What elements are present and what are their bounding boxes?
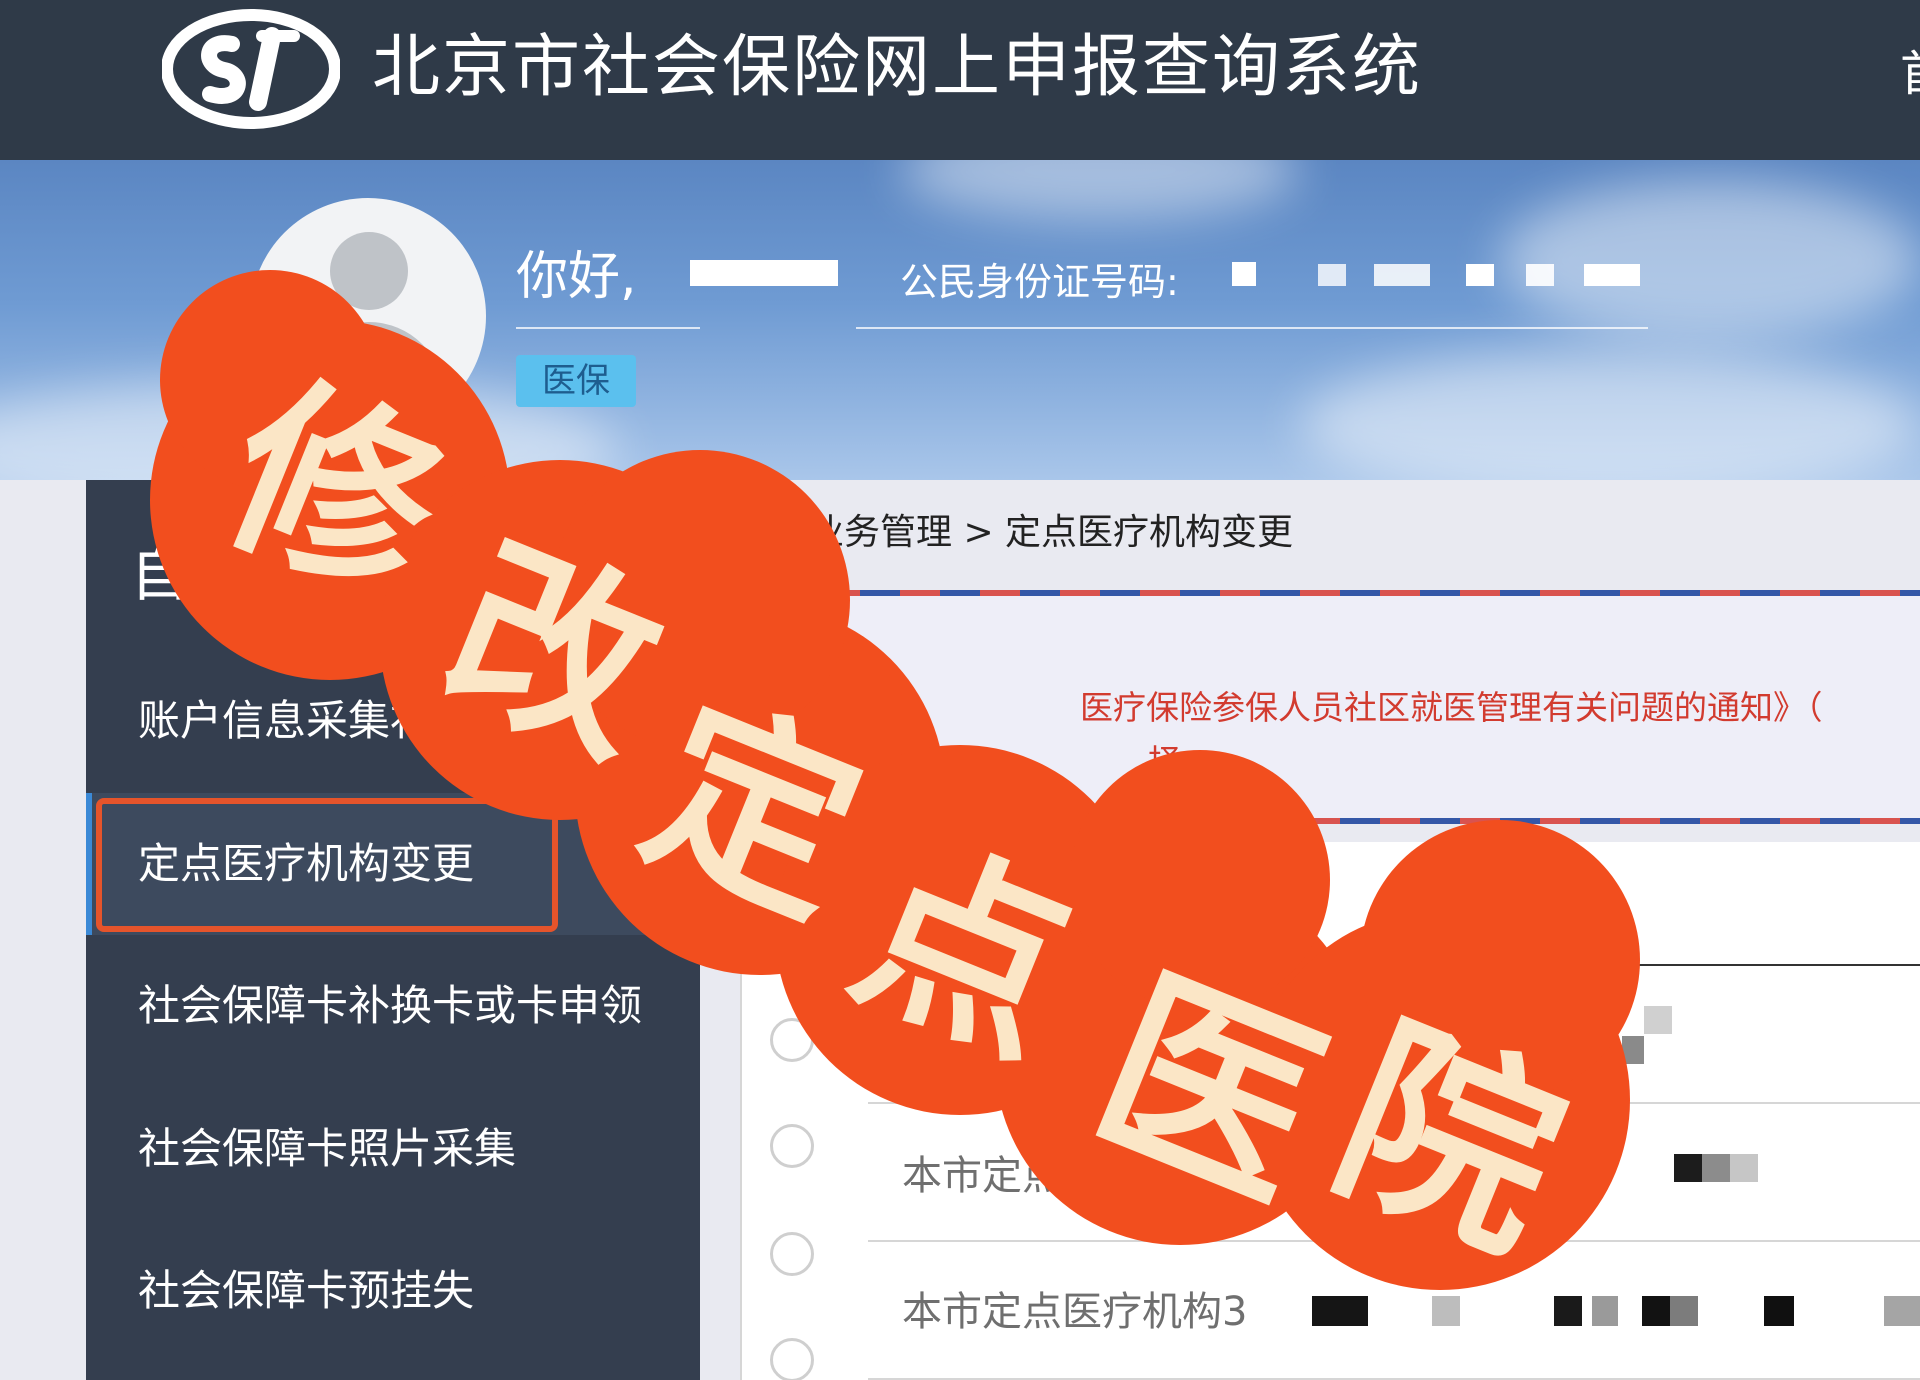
masked-block — [1592, 1296, 1618, 1326]
row-1-label: 本市 — [902, 1019, 982, 1065]
masked-block — [1764, 1296, 1794, 1326]
insurance-type-badge: 医保 — [516, 355, 636, 407]
row-3-label: 本市定点医疗机构3 — [902, 1289, 1248, 1335]
masked-username — [690, 260, 838, 286]
top-header: 北京市社会保险网上申报查询系统 首 — [0, 0, 1920, 160]
radio-row-2[interactable] — [770, 1124, 814, 1168]
name-underline — [516, 327, 700, 329]
masked-block — [1674, 1154, 1702, 1182]
masked-block — [1312, 1296, 1368, 1326]
radio-row-3[interactable] — [770, 1232, 814, 1276]
greeting-text: 你好, — [516, 247, 637, 307]
hospital-selection-panel: 本市 本市定点医疗机构2 本市定点医疗机构3 — [740, 820, 1920, 1380]
notice-box: 医疗保险参保人员社区就医管理有关问题的通知》（ 择。 — [740, 590, 1920, 824]
sidebar-item-card-replacement[interactable]: 社会保障卡补换卡或卡申领 — [86, 935, 700, 1077]
masked-block — [1884, 1296, 1920, 1326]
sidebar-item-card-report-loss[interactable]: 社会保障卡预挂失 — [86, 1220, 700, 1362]
radio-row-4[interactable] — [770, 1338, 814, 1380]
highlight-frame — [96, 798, 558, 932]
avatar-head — [330, 232, 408, 310]
masked-block — [1670, 1296, 1698, 1326]
id-number-label: 公民身份证号码: — [900, 260, 1179, 304]
masked-block — [1730, 1154, 1758, 1182]
sidebar-title: 自 — [130, 540, 190, 610]
notice-text-line-1: 医疗保险参保人员社区就医管理有关问题的通知》（ — [1080, 688, 1823, 727]
si-logo-icon — [162, 9, 340, 129]
masked-id-block — [1584, 264, 1640, 286]
radio-row-1[interactable] — [770, 1018, 814, 1062]
system-title: 北京市社会保险网上申报查询系统 — [372, 28, 1423, 107]
row-divider — [868, 1240, 1920, 1242]
masked-block — [1702, 1154, 1730, 1182]
masked-id-number — [1232, 262, 1256, 286]
sidebar-item-account-info[interactable]: 账户信息采集补 — [86, 650, 700, 792]
row-divider — [868, 1102, 1920, 1104]
row-2-label: 本市定点医疗机构2 — [902, 1153, 1248, 1199]
masked-id-block — [1318, 264, 1346, 286]
home-nav-link[interactable]: 首 — [1900, 46, 1920, 102]
sidebar-item-card-photo[interactable]: 社会保障卡照片采集 — [86, 1078, 700, 1220]
avatar-body — [294, 322, 444, 434]
masked-block — [1644, 1006, 1672, 1034]
radio-row-0[interactable] — [770, 820, 814, 864]
masked-id-block — [1374, 264, 1430, 286]
notice-text-line-2: 择。 — [1148, 742, 1214, 781]
id-underline — [856, 327, 1648, 329]
masked-id-block — [1526, 264, 1554, 286]
masked-id-block — [1466, 264, 1494, 286]
masked-block — [1554, 1296, 1582, 1326]
masked-block — [1432, 1296, 1460, 1326]
breadcrumb: 申报业务管理 > 定点医疗机构变更 — [736, 512, 1294, 553]
masked-block — [1622, 1036, 1644, 1064]
user-avatar — [250, 198, 486, 434]
table-header-divider — [742, 964, 1920, 966]
masked-block — [1642, 1296, 1670, 1326]
